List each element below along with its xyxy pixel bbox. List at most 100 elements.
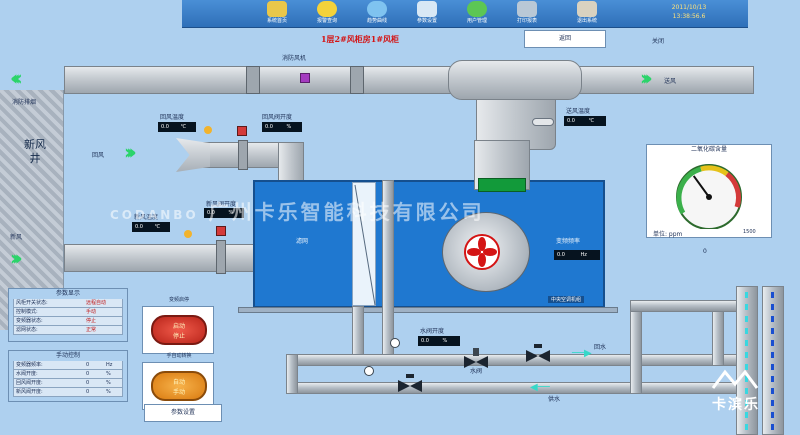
return-valve-value: 0.0 <box>265 124 273 130</box>
fan-freq-label: 变频频率 <box>556 238 581 245</box>
return-valve-readout: 0.0 % <box>262 122 302 132</box>
fan-blades <box>467 237 497 267</box>
table-row[interactable]: 新风阀开度: 0% <box>13 388 123 397</box>
supply-temp-label: 送风温度 <box>566 108 591 115</box>
co2-unit: 单位: ppm <box>653 231 683 238</box>
start-stop-button[interactable]: 启动 停止 <box>151 315 207 345</box>
fresh-air-duct <box>64 244 260 272</box>
filter-label: 滤网 <box>296 238 309 245</box>
alarm-icon <box>317 1 337 17</box>
corner-logo-mark <box>711 369 759 389</box>
return-ball-valve-symbol <box>526 344 550 362</box>
ahu-name: 中央空调机组 <box>548 296 585 303</box>
fresh-valve-actuator[interactable] <box>216 226 226 236</box>
corner-logo-text: 卡滨乐 <box>712 397 760 413</box>
duct-connector <box>478 178 526 192</box>
water-valve-name: 水阀 <box>470 368 483 375</box>
table-row[interactable]: 回风阀开度: 0% <box>13 379 123 388</box>
co2-dial <box>676 164 742 229</box>
auto-label: 自动 <box>172 379 185 386</box>
return-valve-label: 回风阀开度 <box>262 114 293 121</box>
supply-temp-readout: 0.0 ℃ <box>564 116 606 126</box>
return-temp-label: 回风温度 <box>160 114 185 121</box>
supply-temp-unit: ℃ <box>588 118 595 124</box>
water-valve-readout: 0.0 % <box>418 336 460 346</box>
water-valve-label: 水阀开度 <box>420 328 445 335</box>
return-water-arrow-icon: ──▶ <box>572 348 592 359</box>
toolbar-button-home[interactable]: 系统首页 <box>254 1 300 27</box>
table-row[interactable]: 水阀开度: 0% <box>13 370 123 379</box>
ahu-base <box>238 307 618 313</box>
return-temp-value: 0.0 <box>161 124 169 130</box>
table-row[interactable]: 变频器频率: 0 Hz <box>13 361 123 370</box>
fire-damper-label: 消防风机 <box>282 55 307 62</box>
manual-title: 手动控制 <box>55 352 80 359</box>
table-row: 滤网状态: 正常 <box>13 326 123 335</box>
manual-panel: 手动控制 变频器频率: 0 Hz 水阀开度: 0% 回风阀开度: 0% 新风阀开度: 0% <box>8 350 128 402</box>
fresh-air-arrow-icon: ››› <box>10 246 23 270</box>
return-ball-valve-icon[interactable] <box>524 344 552 366</box>
time-text: 13:38:56.6 <box>672 13 706 20</box>
toolbar-button-print[interactable]: 打印报表 <box>504 1 550 27</box>
company-watermark: CODANBO 广州卡乐智能科技有限公司 <box>110 196 485 225</box>
user-icon <box>467 1 487 17</box>
datetime-display: 2011/10/13 13:38:56.6 <box>634 3 744 21</box>
auto-manual-button[interactable]: 自动 手动 <box>151 371 207 401</box>
exhaust-arrow-icon: ‹‹‹ <box>10 66 23 90</box>
water-valve-unit: % <box>442 338 448 344</box>
return-water-pipe <box>286 354 756 366</box>
start-stop-title: 变频启停 <box>168 297 189 303</box>
params-panel: 参数显示 风柜开关状态: 远程自动 控制模式: 手动 变频器状态: 停止 滤网状态: 正… <box>8 288 128 342</box>
toolbar-button-user[interactable]: 用户管理 <box>454 1 500 27</box>
auto-manual-control: 手自动转换 自动 手动 <box>142 353 214 410</box>
fan-freq-value: 0.0 <box>557 252 565 258</box>
supply-temp-value: 0.0 <box>567 118 575 124</box>
scada-screen: 系统首页 报警查询 趋势曲线 参数设置 用户管理 打印报表 退出系统 2011/… <box>0 0 800 435</box>
table-row: 变频器状态: 停止 <box>13 317 123 326</box>
home-icon <box>267 1 287 17</box>
return-temp-unit: ℃ <box>180 124 187 130</box>
top-toolbar: 系统首页 报警查询 趋势曲线 参数设置 用户管理 打印报表 退出系统 2011/… <box>182 0 748 28</box>
table-row: 风柜开关状态: 远程自动 <box>13 299 123 308</box>
params-title: 参数显示 <box>55 290 80 297</box>
return-air-arrow-icon: ››› <box>124 140 137 164</box>
exit-icon <box>577 1 597 17</box>
close-text[interactable]: 关闭 <box>652 36 664 45</box>
co2-value: 0 <box>703 248 707 255</box>
corner-logo: 卡滨乐 <box>696 368 776 428</box>
settings-icon <box>417 1 437 17</box>
supply-water-pipe <box>286 382 756 394</box>
upper-duct <box>64 66 754 94</box>
return-button[interactable]: 返回 <box>524 30 606 48</box>
watermark-brand: CODANBO <box>110 208 199 222</box>
supply-ball-valve-icon[interactable] <box>396 374 424 396</box>
toolbar-button-settings[interactable]: 参数设置 <box>404 1 450 27</box>
return-water-label: 回水 <box>594 344 607 351</box>
shaft-label: 新风井 <box>24 138 46 165</box>
auto-manual-title: 手自动转换 <box>166 353 192 359</box>
riser-connector-a <box>630 300 642 394</box>
return-air-label: 回风 <box>92 152 105 159</box>
return-valve-actuator[interactable] <box>237 126 247 136</box>
toolbar-button-trend[interactable]: 趋势曲线 <box>354 1 400 27</box>
co2-title: 二氧化碳含量 <box>690 146 727 153</box>
printer-icon <box>517 1 537 17</box>
table-row: 控制模式: 手动 <box>13 308 123 317</box>
water-valve-value: 0.0 <box>421 338 429 344</box>
toolbar-button-alarm[interactable]: 报警查询 <box>304 1 350 27</box>
fire-damper-actuator[interactable] <box>300 73 310 83</box>
toolbar-button-exit[interactable]: 退出系统 <box>564 1 610 27</box>
fresh-temp-sensor-icon <box>184 230 192 238</box>
supply-arrow-icon: ››› <box>640 66 653 90</box>
supply-temp-sensor-icon <box>532 118 554 126</box>
stop-label: 停止 <box>172 333 185 340</box>
return-air-inlet-hood <box>176 138 210 172</box>
fan-icon[interactable] <box>464 234 500 270</box>
fire-damper-flange-left <box>246 66 260 94</box>
supply-water-arrow-icon: ◀── <box>530 382 550 393</box>
supply-air-label: 送风 <box>664 78 677 85</box>
return-valve-unit: % <box>286 124 292 130</box>
page-title: 1层2#风柜房1#风柜 <box>320 34 400 44</box>
param-settings-button[interactable]: 参数设置 <box>144 404 222 422</box>
fan-freq-readout: 0.0 Hz <box>554 250 600 260</box>
